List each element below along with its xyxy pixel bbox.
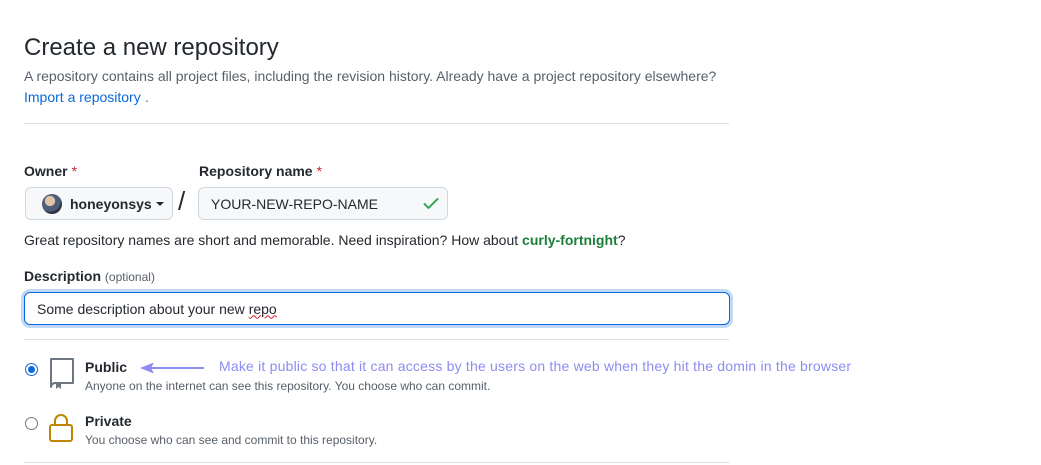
lock-icon xyxy=(49,414,73,442)
repo-name-hint: Great repository names are short and mem… xyxy=(24,232,626,248)
annotation-note: Make it public so that it can access by … xyxy=(219,358,852,374)
private-option-description: You choose who can see and commit to thi… xyxy=(85,433,378,447)
import-link-suffix: . xyxy=(145,89,149,105)
page-title: Create a new repository xyxy=(24,34,279,61)
owner-required-mark: * xyxy=(71,163,78,179)
import-repository-link[interactable]: Import a repository xyxy=(24,89,141,105)
page-subtitle: A repository contains all project files,… xyxy=(24,68,717,84)
repository-name-value: YOUR-NEW-REPO-NAME xyxy=(211,195,378,212)
private-radio[interactable] xyxy=(25,417,38,430)
divider xyxy=(24,123,729,124)
description-input[interactable]: Some description about your new repo xyxy=(24,292,730,325)
public-radio[interactable] xyxy=(25,363,38,376)
owner-select-button[interactable]: honeyonsys xyxy=(25,187,173,220)
description-value: Some description about your new repo xyxy=(37,300,277,317)
check-icon xyxy=(423,198,439,209)
avatar xyxy=(42,193,62,214)
name-suggestion[interactable]: curly-fortnight xyxy=(522,232,618,248)
divider xyxy=(24,339,729,340)
repo-name-required-mark: * xyxy=(316,163,323,179)
owner-repo-separator: / xyxy=(178,186,186,216)
repository-name-input[interactable]: YOUR-NEW-REPO-NAME xyxy=(198,187,448,220)
description-label: Description (optional) xyxy=(24,268,155,284)
annotation-arrow-icon xyxy=(140,362,204,374)
public-option-description: Anyone on the internet can see this repo… xyxy=(85,379,491,393)
owner-value: honeyonsys xyxy=(70,195,152,212)
repo-icon xyxy=(50,358,74,389)
optional-tag: (optional) xyxy=(104,270,155,284)
public-option-title: Public xyxy=(85,359,128,375)
caret-down-icon xyxy=(155,201,164,206)
repo-name-label: Repository name * xyxy=(199,163,323,179)
divider xyxy=(24,462,729,463)
owner-label: Owner * xyxy=(24,163,78,179)
private-option-title: Private xyxy=(85,413,132,429)
